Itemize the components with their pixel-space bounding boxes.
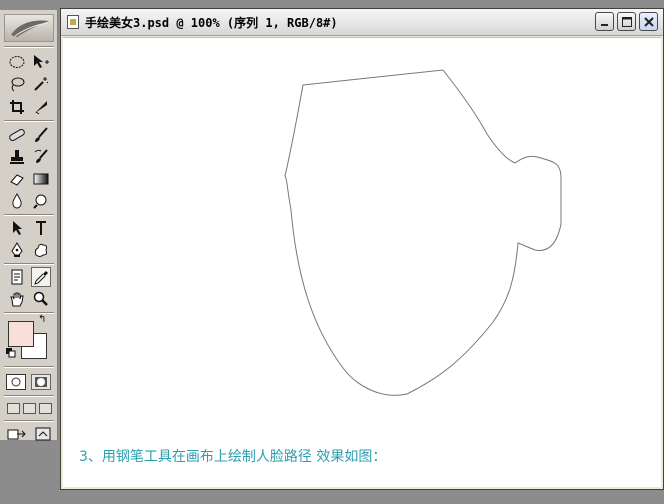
toolbox-separator: [4, 214, 54, 216]
clone-stamp-icon[interactable]: [7, 147, 27, 167]
face-path: [284, 69, 562, 396]
dodge-icon[interactable]: [31, 191, 51, 211]
minimize-button[interactable]: [595, 12, 614, 31]
document-window[interactable]: 手绘美女3.psd @ 100% (序列 1, RGB/8#) 3、用钢笔工具在…: [60, 8, 664, 490]
close-button[interactable]: [639, 12, 658, 31]
quick-mask-button[interactable]: [31, 374, 51, 390]
crop-icon[interactable]: [7, 97, 27, 117]
type-icon[interactable]: [31, 218, 51, 238]
pen-icon[interactable]: [7, 240, 27, 260]
eyedropper-icon[interactable]: [31, 267, 51, 287]
notes-icon[interactable]: [7, 267, 27, 287]
elliptical-marquee-icon[interactable]: [7, 52, 27, 72]
photoshop-logo[interactable]: [4, 14, 54, 42]
document-title: 手绘美女3.psd @ 100% (序列 1, RGB/8#): [85, 16, 338, 30]
document-canvas[interactable]: 3、用钢笔工具在画布上绘制人脸路径 效果如图：: [63, 37, 661, 487]
default-colors-icon[interactable]: [6, 348, 16, 361]
toolbox-separator: [4, 46, 54, 48]
lasso-icon[interactable]: [7, 74, 27, 94]
brush-icon[interactable]: [31, 125, 51, 145]
maximize-button[interactable]: [617, 12, 636, 31]
blur-icon[interactable]: [7, 191, 27, 211]
path-selection-icon[interactable]: [7, 218, 27, 238]
document-titlebar[interactable]: 手绘美女3.psd @ 100% (序列 1, RGB/8#): [61, 9, 663, 36]
move-icon[interactable]: [31, 52, 51, 72]
psd-document-icon: [67, 15, 79, 29]
toolbox-separator: [4, 263, 54, 265]
hand-icon[interactable]: [7, 289, 27, 309]
gradient-icon[interactable]: [31, 169, 51, 189]
tutorial-caption: 3、用钢笔工具在画布上绘制人脸路径 效果如图：: [79, 449, 387, 465]
toolbox-separator: [4, 366, 54, 368]
toolbox-separator: [4, 395, 54, 397]
toolbox-separator: [4, 120, 54, 122]
foreground-color-swatch[interactable]: [8, 321, 34, 347]
slice-icon[interactable]: [31, 97, 51, 117]
standard-mode-button[interactable]: [6, 374, 26, 390]
full-screen-menu-mode-button[interactable]: [23, 403, 36, 414]
eraser-icon[interactable]: [7, 169, 27, 189]
zoom-icon[interactable]: [31, 289, 51, 309]
custom-shape-icon[interactable]: [31, 240, 51, 260]
jump-to-imageready-icon[interactable]: [7, 424, 27, 444]
full-screen-mode-button[interactable]: [39, 403, 52, 414]
toolbox: ↰: [0, 10, 58, 441]
magic-wand-icon[interactable]: [31, 74, 51, 94]
toolbox-separator: [4, 420, 54, 422]
swap-colors-icon[interactable]: ↰: [38, 314, 46, 325]
healing-brush-icon[interactable]: [7, 125, 27, 145]
toolbox-separator: [4, 312, 54, 314]
imageready-icon[interactable]: [33, 424, 53, 444]
standard-screen-mode-button[interactable]: [7, 403, 20, 414]
history-brush-icon[interactable]: [31, 147, 51, 167]
